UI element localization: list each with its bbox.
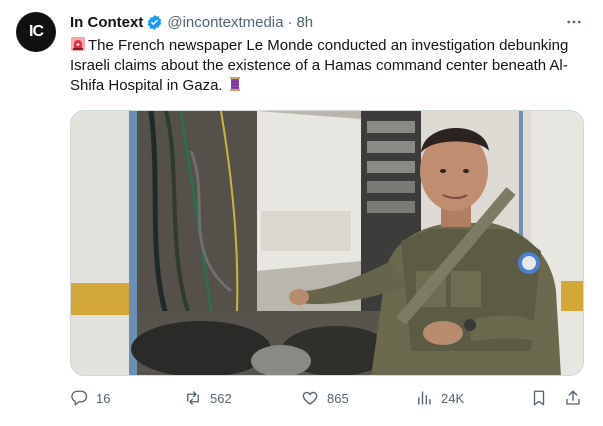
like-count: 865 bbox=[327, 390, 349, 406]
tweet-photo[interactable] bbox=[70, 110, 584, 376]
views-button[interactable]: 24K bbox=[415, 388, 464, 408]
separator-dot: · bbox=[287, 14, 293, 31]
avatar[interactable]: IC bbox=[16, 12, 56, 52]
thread-spool-emoji-icon bbox=[227, 76, 243, 92]
reply-count: 16 bbox=[96, 390, 111, 406]
like-button[interactable]: 865 bbox=[301, 388, 349, 408]
tweet-text: The French newspaper Le Monde conducted … bbox=[70, 36, 580, 96]
tweet-body: The French newspaper Le Monde conducted … bbox=[70, 37, 569, 94]
repost-button[interactable]: 562 bbox=[184, 388, 232, 408]
author-handle[interactable]: @incontextmedia bbox=[167, 14, 283, 31]
tweet-card[interactable]: IC In Context @incontextmedia · 8h The F… bbox=[0, 0, 603, 426]
views-icon bbox=[418, 391, 431, 405]
avatar-logo: IC bbox=[29, 23, 44, 41]
tweet-actions: 16 562 865 24K bbox=[70, 388, 590, 408]
reply-button[interactable]: 16 bbox=[70, 388, 110, 408]
views-count: 24K bbox=[441, 390, 465, 406]
tweet-header: In Context @incontextmedia · 8h bbox=[70, 14, 313, 31]
share-icon bbox=[566, 390, 580, 405]
siren-emoji-icon bbox=[70, 36, 86, 52]
repost-icon bbox=[187, 391, 199, 405]
verified-badge-icon bbox=[146, 14, 163, 31]
repost-count: 562 bbox=[210, 390, 232, 406]
bookmark-button[interactable] bbox=[530, 388, 556, 408]
reply-icon bbox=[71, 390, 88, 406]
share-button[interactable] bbox=[564, 388, 590, 408]
avatar-text: IC bbox=[29, 23, 44, 40]
bookmark-icon bbox=[533, 390, 545, 406]
timestamp[interactable]: 8h bbox=[296, 14, 313, 31]
author-name[interactable]: In Context bbox=[70, 14, 143, 31]
more-icon[interactable] bbox=[562, 12, 586, 32]
like-icon bbox=[302, 391, 318, 405]
photo-scene bbox=[71, 111, 583, 375]
